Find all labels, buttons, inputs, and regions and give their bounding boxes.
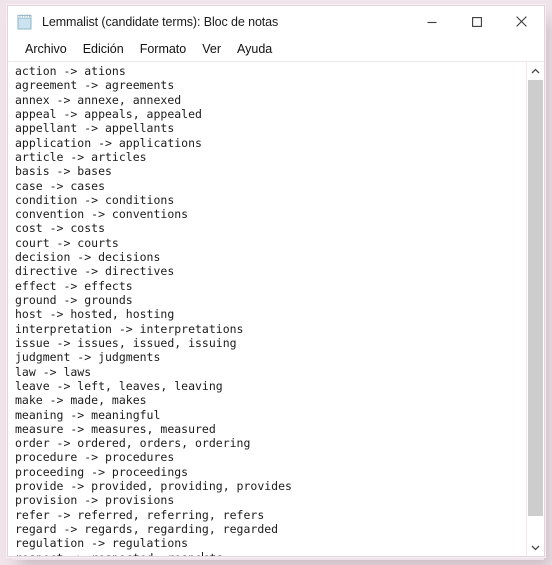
editor-line: interpretation -> interpretations	[15, 321, 244, 336]
editor-line: leave -> left, leaves, leaving	[15, 378, 223, 393]
scroll-down-button[interactable]	[527, 538, 544, 556]
editor-line: appeal -> appeals, appealed	[15, 106, 202, 121]
scrollbar-track[interactable]	[527, 80, 544, 538]
editor-line: judgment -> judgments	[15, 350, 161, 365]
editor-line: refer -> referred, referring, refers	[15, 507, 265, 522]
editor-line: issue -> issues, issued, issuing	[15, 335, 237, 350]
editor-line: article -> articles	[15, 149, 147, 164]
editor-line: regard -> regards, regarding, regarded	[15, 522, 279, 536]
menu-item-edicion[interactable]: Edición	[75, 40, 132, 59]
text-caret	[201, 551, 203, 556]
editor-line: directive -> directives	[15, 264, 175, 279]
editor-line: ground -> grounds	[15, 293, 133, 307]
editor-line: respect -> respected, respects	[15, 551, 526, 556]
editor-line: provide -> provided, providing, provides	[15, 479, 292, 494]
editor-line: regulation -> regulations	[15, 536, 189, 551]
editor-line: decision -> decisions	[15, 250, 161, 265]
window-title: Lemmalist (candidate terms): Bloc de not…	[42, 14, 279, 29]
desktop-backdrop: Lemmalist (candidate terms): Bloc de not…	[0, 0, 552, 565]
scrollbar-thumb[interactable]	[528, 80, 543, 517]
close-button[interactable]	[499, 6, 544, 37]
minimize-icon	[426, 16, 438, 28]
editor-line: condition -> conditions	[15, 192, 175, 207]
editor-line: law -> laws	[15, 364, 92, 379]
minimize-button[interactable]	[409, 6, 454, 37]
editor-line: appellant -> appellants	[15, 121, 175, 136]
editor-line: provision -> provisions	[15, 493, 175, 508]
editor-line: basis -> bases	[15, 164, 112, 179]
chevron-down-icon	[531, 538, 540, 556]
editor-line: case -> cases	[15, 178, 106, 193]
editor-line: procedure -> procedures	[15, 450, 175, 465]
close-icon	[515, 15, 528, 28]
menu-item-archivo[interactable]: Archivo	[17, 40, 75, 59]
editor-line: agreement -> agreements	[15, 78, 175, 93]
editor-line: effect -> effects	[15, 278, 133, 293]
window-controls	[409, 6, 544, 37]
maximize-button[interactable]	[454, 6, 499, 37]
editor-area: action -> ations agreement -> agreements a…	[8, 61, 544, 556]
menu-item-ver[interactable]: Ver	[194, 40, 229, 59]
editor-line: host -> hosted, hosting	[15, 307, 175, 322]
window-titlebar[interactable]: Lemmalist (candidate terms): Bloc de not…	[8, 6, 544, 37]
menubar: Archivo Edición Formato Ver Ayuda	[8, 37, 544, 61]
editor-line: make -> made, makes	[15, 393, 147, 408]
text-editor[interactable]: action -> ations agreement -> agreements a…	[8, 62, 526, 556]
chevron-up-icon	[531, 62, 540, 80]
editor-line: proceeding -> proceedings	[15, 464, 189, 479]
maximize-icon	[471, 16, 483, 28]
editor-line: cost -> costs	[15, 221, 106, 236]
editor-line: order -> ordered, orders, ordering	[15, 436, 251, 451]
editor-line: application -> applications	[15, 135, 202, 150]
editor-line: meaning -> meaningful	[15, 407, 161, 422]
scroll-up-button[interactable]	[527, 62, 544, 80]
menu-item-ayuda[interactable]: Ayuda	[229, 40, 280, 59]
menu-item-formato[interactable]: Formato	[132, 40, 195, 59]
editor-line: court -> courts	[15, 235, 119, 250]
editor-line: action -> ations	[15, 64, 126, 78]
editor-line: measure -> measures, measured	[15, 421, 216, 436]
vertical-scrollbar[interactable]	[526, 62, 544, 556]
editor-line: convention -> conventions	[15, 207, 189, 222]
notepad-window: Lemmalist (candidate terms): Bloc de not…	[6, 4, 546, 558]
notepad-icon	[15, 12, 35, 32]
editor-line: annex -> annexe, annexed	[15, 92, 182, 107]
